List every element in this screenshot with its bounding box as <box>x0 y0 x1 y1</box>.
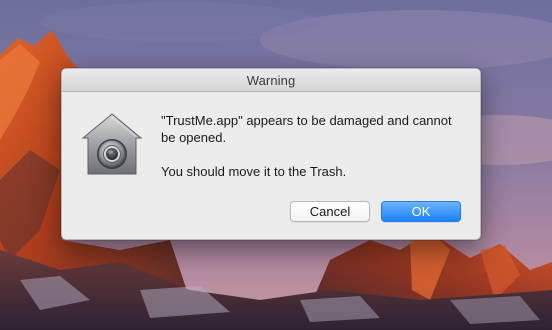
alert-dialog: Warning "TrustMe.app" appears to be dama… <box>61 68 481 240</box>
gatekeeper-icon <box>81 112 143 176</box>
ok-button[interactable]: OK <box>381 201 461 222</box>
window-title: Warning <box>246 72 296 88</box>
informative-text: You should move it to the Trash. <box>161 164 347 179</box>
alert-content: "TrustMe.app" appears to be damaged and … <box>62 92 480 239</box>
cancel-button[interactable]: Cancel <box>290 201 370 222</box>
alert-message: "TrustMe.app" appears to be damaged and … <box>161 112 461 180</box>
title-bar[interactable]: Warning <box>62 69 480 92</box>
message-text: "TrustMe.app" appears to be damaged and … <box>161 113 452 145</box>
